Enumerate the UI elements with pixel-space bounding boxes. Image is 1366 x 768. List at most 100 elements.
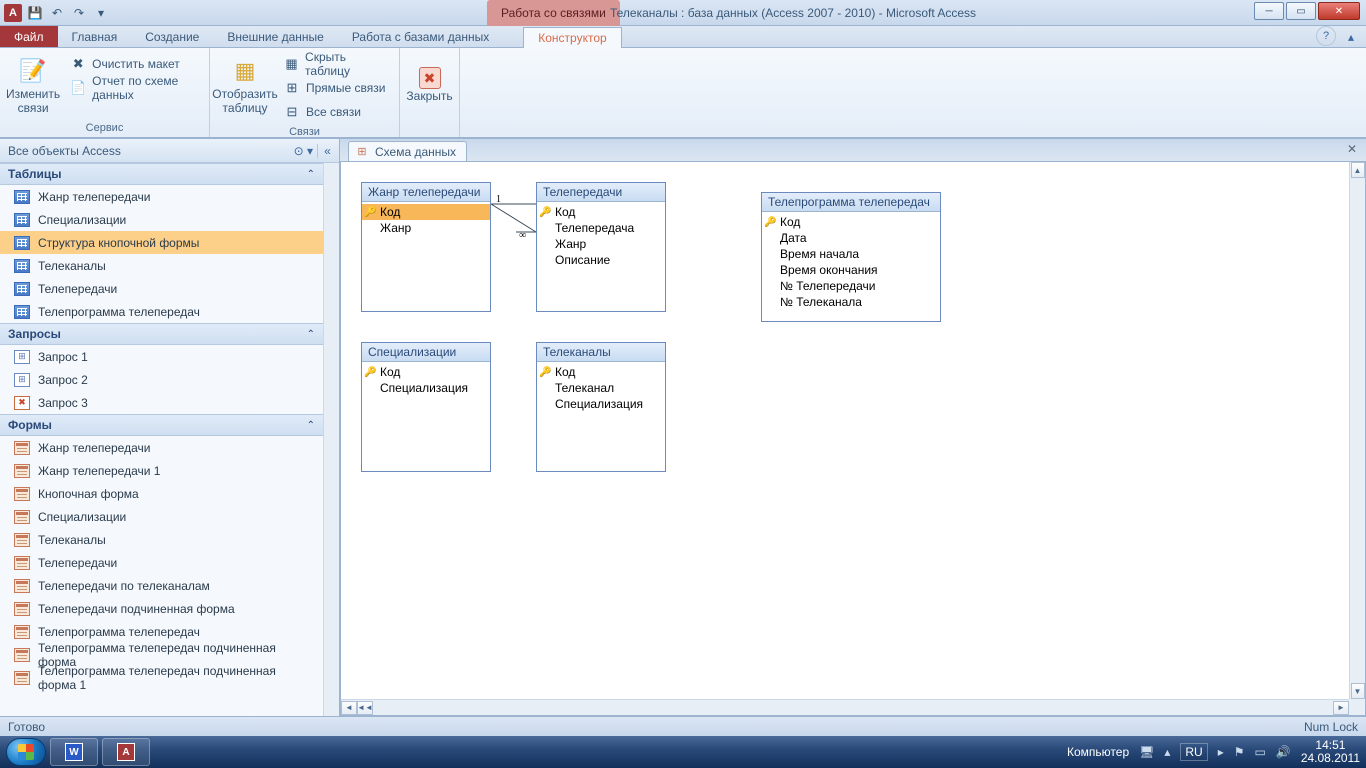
nav-query-item[interactable]: Запрос 3	[0, 391, 323, 414]
all-relations-button[interactable]: ⊟ Все связи	[280, 102, 393, 122]
table-field[interactable]: № Телепередачи	[762, 278, 940, 294]
chevron-up-icon[interactable]: ⌃	[307, 329, 315, 340]
document-tab-label: Схема данных	[375, 145, 456, 159]
nav-table-item[interactable]: Телепрограмма телепередач	[0, 300, 323, 323]
nav-table-item[interactable]: Специализации	[0, 208, 323, 231]
relationships-canvas[interactable]: 1 ∞ 1∞ 1∞ 1∞ Жанр телепередачи 🔑Код Жанр…	[340, 161, 1366, 716]
table-box-spec[interactable]: Специализации 🔑Код Специализация	[361, 342, 491, 472]
direct-relations-button[interactable]: ⊞ Прямые связи	[280, 78, 393, 98]
table-field[interactable]: Жанр	[362, 220, 490, 236]
tray-chevron-icon[interactable]: ▴	[1164, 745, 1170, 759]
table-box-genre[interactable]: Жанр телепередачи 🔑Код Жанр	[361, 182, 491, 312]
flag-icon[interactable]: ⚑	[1234, 745, 1245, 759]
tab-create[interactable]: Создание	[131, 26, 213, 47]
table-field[interactable]: 🔑Код	[537, 204, 665, 220]
table-field[interactable]: 🔑Код	[762, 214, 940, 230]
nav-group-queries[interactable]: Запросы ⌃	[0, 323, 323, 345]
scroll-left-icon[interactable]: ◄	[341, 701, 357, 715]
tab-home[interactable]: Главная	[58, 26, 132, 47]
tray-computer-label[interactable]: Компьютер	[1067, 745, 1129, 759]
nav-form-item[interactable]: Телепередачи по телеканалам	[0, 574, 323, 597]
document-tab[interactable]: ⊞ Схема данных	[348, 141, 467, 161]
document-close-icon[interactable]: ✕	[1344, 141, 1360, 157]
ribbon-expand-icon[interactable]: ▴	[1342, 26, 1360, 47]
tray-computer-icon[interactable]: 🖥	[1139, 745, 1154, 759]
table-field[interactable]: Описание	[537, 252, 665, 268]
tab-design[interactable]: Конструктор	[523, 27, 621, 48]
table-box-schedule[interactable]: Телепрограмма телепередач 🔑Код Дата Врем…	[761, 192, 941, 322]
save-icon[interactable]: 💾	[26, 4, 44, 22]
nav-form-item[interactable]: Жанр телепередачи	[0, 436, 323, 459]
nav-form-item[interactable]: Телепрограмма телепередач подчиненная фо…	[0, 666, 323, 689]
table-field[interactable]: 🔑Код	[362, 364, 490, 380]
table-box-shows[interactable]: Телепередачи 🔑Код Телепередача Жанр Опис…	[536, 182, 666, 312]
canvas-horizontal-scrollbar[interactable]: ◄ ◄◄ ►	[341, 699, 1349, 715]
nav-table-item[interactable]: Телепередачи	[0, 277, 323, 300]
minimize-button[interactable]: ─	[1254, 2, 1284, 20]
table-field[interactable]: Специализация	[362, 380, 490, 396]
nav-pane-header[interactable]: Все объекты Access ⊙ ▾ «	[0, 139, 339, 163]
volume-icon[interactable]: 🔊	[1276, 745, 1291, 759]
table-field[interactable]: Дата	[762, 230, 940, 246]
nav-table-item[interactable]: Структура кнопочной формы	[0, 231, 323, 254]
nav-form-item[interactable]: Телепередачи	[0, 551, 323, 574]
scroll-up-icon[interactable]: ▲	[1351, 162, 1365, 178]
nav-scrollbar[interactable]	[323, 163, 339, 716]
nav-table-item[interactable]: Жанр телепередачи	[0, 185, 323, 208]
chevron-up-icon[interactable]: ⌃	[307, 169, 315, 180]
taskbar-word-button[interactable]: W	[50, 738, 98, 766]
nav-group-forms[interactable]: Формы ⌃	[0, 414, 323, 436]
language-indicator[interactable]: RU	[1180, 743, 1207, 761]
table-field[interactable]: Время начала	[762, 246, 940, 262]
table-box-channels[interactable]: Телеканалы 🔑Код Телеканал Специализация	[536, 342, 666, 472]
relation-report-button[interactable]: 📄 Отчет по схеме данных	[66, 78, 203, 98]
window-controls: ─ ▭ ✕	[1254, 2, 1360, 20]
scroll-right-icon[interactable]: ►	[1333, 701, 1349, 715]
taskbar-clock[interactable]: 14:51 24.08.2011	[1301, 739, 1360, 765]
nav-item-label: Запрос 2	[38, 373, 88, 387]
nav-collapse-icon[interactable]: «	[317, 144, 331, 158]
nav-search-dropdown-icon[interactable]: ⊙ ▾	[294, 144, 313, 158]
table-field[interactable]: Время окончания	[762, 262, 940, 278]
network-icon[interactable]: ▭	[1255, 745, 1266, 759]
tray-action-center-icon[interactable]: ▸	[1218, 745, 1224, 759]
undo-icon[interactable]: ↶	[48, 4, 66, 22]
help-icon[interactable]: ?	[1316, 26, 1336, 46]
nav-table-item[interactable]: Телеканалы	[0, 254, 323, 277]
nav-form-item[interactable]: Специализации	[0, 505, 323, 528]
close-relations-button[interactable]: ✖ Закрыть	[406, 52, 453, 118]
nav-form-item[interactable]: Кнопочная форма	[0, 482, 323, 505]
tab-external-data[interactable]: Внешние данные	[213, 26, 338, 47]
nav-group-tables[interactable]: Таблицы ⌃	[0, 163, 323, 185]
canvas-vertical-scrollbar[interactable]: ▲ ▼	[1349, 162, 1365, 699]
taskbar-access-button[interactable]: A	[102, 738, 150, 766]
table-field[interactable]: № Телеканала	[762, 294, 940, 310]
start-button[interactable]	[6, 738, 46, 766]
table-field[interactable]: Жанр	[537, 236, 665, 252]
table-field[interactable]: Телеканал	[537, 380, 665, 396]
table-field[interactable]: 🔑Код	[362, 204, 490, 220]
clear-layout-button[interactable]: ✖ Очистить макет	[66, 54, 203, 74]
show-table-button[interactable]: ▦ Отобразить таблицу	[216, 52, 274, 118]
scroll-left-icon[interactable]: ◄◄	[357, 701, 373, 715]
scroll-down-icon[interactable]: ▼	[1351, 683, 1365, 699]
maximize-button[interactable]: ▭	[1286, 2, 1316, 20]
nav-form-item[interactable]: Телеканалы	[0, 528, 323, 551]
nav-query-item[interactable]: Запрос 1	[0, 345, 323, 368]
form-icon	[14, 602, 30, 616]
hide-table-button[interactable]: ▦ Скрыть таблицу	[280, 54, 393, 74]
nav-query-item[interactable]: Запрос 2	[0, 368, 323, 391]
table-field[interactable]: Телепередача	[537, 220, 665, 236]
tab-file[interactable]: Файл	[0, 26, 58, 47]
tab-database-tools[interactable]: Работа с базами данных	[338, 26, 503, 47]
qat-dropdown-icon[interactable]: ▾	[92, 4, 110, 22]
table-field[interactable]: 🔑Код	[537, 364, 665, 380]
table-field[interactable]: Специализация	[537, 396, 665, 412]
nav-form-item[interactable]: Телепередачи подчиненная форма	[0, 597, 323, 620]
redo-icon[interactable]: ↷	[70, 4, 88, 22]
edit-relations-button[interactable]: 📝 Изменить связи	[6, 52, 60, 118]
chevron-up-icon[interactable]: ⌃	[307, 420, 315, 431]
access-app-icon[interactable]: A	[4, 4, 22, 22]
nav-form-item[interactable]: Жанр телепередачи 1	[0, 459, 323, 482]
close-button[interactable]: ✕	[1318, 2, 1360, 20]
